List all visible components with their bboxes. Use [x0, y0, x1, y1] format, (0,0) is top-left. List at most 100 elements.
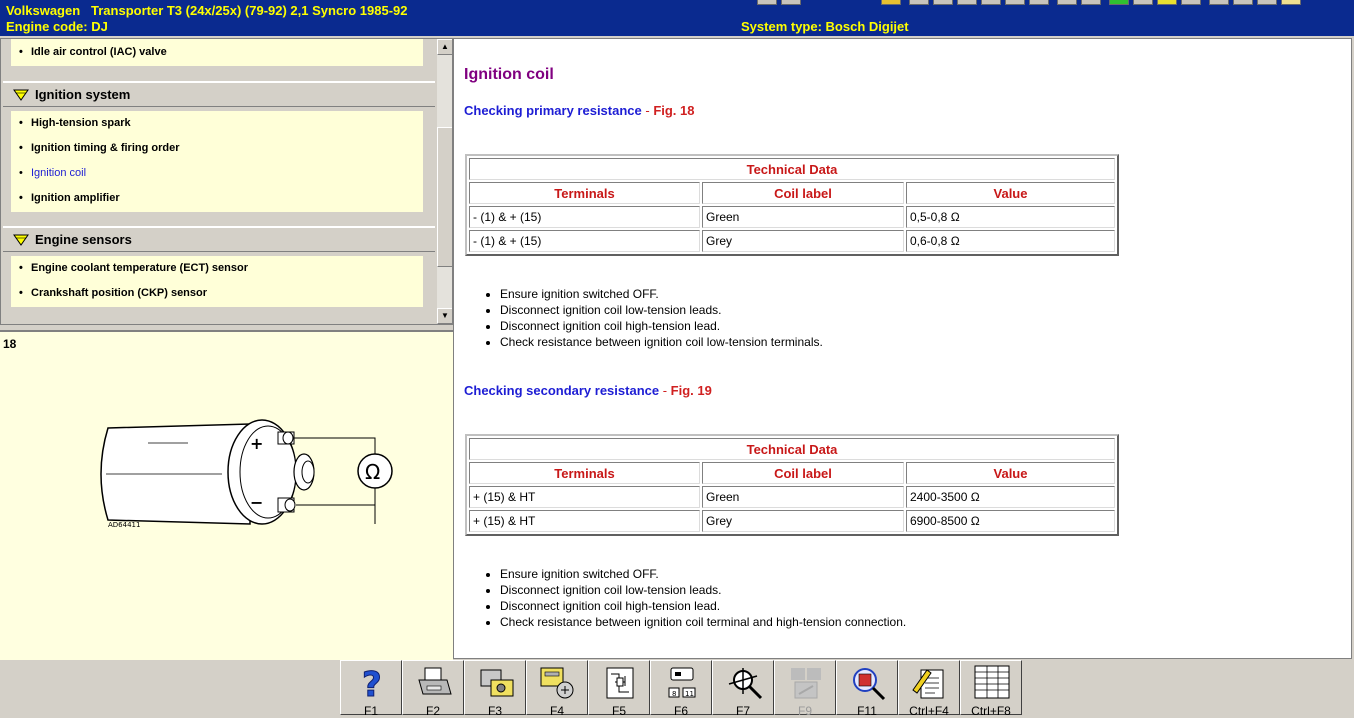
list-item: Check resistance between ignition coil l…	[500, 334, 823, 350]
expand-arrow-icon	[13, 89, 29, 101]
column-header: Value	[906, 462, 1115, 484]
table-row: + (15) & HT Green 2400-3500 Ω	[469, 486, 1115, 508]
f6-button[interactable]: 8 11 F6	[650, 660, 712, 718]
toolbar-button[interactable]	[1133, 0, 1153, 5]
f2-print-button[interactable]: F2	[402, 660, 464, 718]
toolbar-button[interactable]	[981, 0, 1001, 5]
scrollbar-thumb[interactable]	[437, 127, 452, 267]
plus-terminal-label: +	[250, 434, 263, 453]
nav-item-ckp-sensor[interactable]: • Crankshaft position (CKP) sensor	[19, 287, 207, 299]
f11-button[interactable]: F11	[836, 660, 898, 718]
nav-item-iac-valve[interactable]: • Idle air control (IAC) valve	[19, 46, 167, 58]
notes-pencil-icon	[912, 669, 944, 699]
fig-link[interactable]: Fig. 19	[671, 383, 712, 398]
toolbar-button[interactable]	[1233, 0, 1253, 5]
minus-terminal-label: −	[250, 493, 263, 512]
table-caption: Technical Data	[469, 158, 1115, 180]
toolbar-button[interactable]	[957, 0, 977, 5]
table-row: - (1) & + (15) Green 0,5-0,8 Ω	[469, 206, 1115, 228]
table-caption: Technical Data	[469, 438, 1115, 460]
table-row: + (15) & HT Grey 6900-8500 Ω	[469, 510, 1115, 532]
nav-item-ect-sensor[interactable]: • Engine coolant temperature (ECT) sensor	[19, 262, 248, 274]
toolbar-button[interactable]	[1057, 0, 1077, 5]
toolbar-button[interactable]	[909, 0, 929, 5]
help-icon: ?	[362, 665, 383, 703]
procedure-steps: Ensure ignition switched OFF. Disconnect…	[500, 566, 906, 630]
column-header: Terminals	[469, 182, 700, 204]
disabled-tool-icon	[791, 668, 821, 699]
list-item: Check resistance between ignition coil t…	[500, 614, 906, 630]
engine-code: Engine code: DJ	[6, 19, 108, 34]
component-location-icon	[480, 669, 514, 697]
list-item: Disconnect ignition coil high-tension le…	[500, 318, 823, 334]
connector-pins-icon: 8 11	[668, 667, 696, 698]
nav-item-high-tension-spark[interactable]: • High-tension spark	[19, 117, 131, 129]
ignition-coil-diagram: + − Ω AD64411	[100, 419, 393, 529]
column-header: Coil label	[702, 462, 904, 484]
toolbar-button[interactable]	[1257, 0, 1277, 5]
component-data-icon	[540, 667, 574, 699]
group-engine-sensors[interactable]: Engine sensors	[3, 226, 435, 252]
table-row: - (1) & + (15) Grey 0,6-0,8 Ω	[469, 230, 1115, 252]
function-key-toolbar: ? F1 F2 F3 F4 F5 8 11 F6 F7 F9 F11 Ctrl+F…	[0, 660, 1354, 718]
svg-text:11: 11	[685, 690, 694, 698]
group-ignition-system[interactable]: Ignition system	[3, 81, 435, 107]
scroll-up-arrow-icon[interactable]: ▲	[437, 39, 452, 55]
toolbar-button[interactable]	[781, 0, 801, 5]
sublist: • Idle air control (IAC) valve	[11, 39, 423, 66]
toolbar-button[interactable]	[1029, 0, 1049, 5]
f9-button-disabled[interactable]: F9	[774, 660, 836, 718]
f1-help-button[interactable]: ? F1	[340, 660, 402, 718]
toolbar-button[interactable]	[1281, 0, 1301, 5]
f7-button[interactable]: F7	[712, 660, 774, 718]
fig-link[interactable]: Fig. 18	[653, 103, 694, 118]
toolbar-button[interactable]	[1181, 0, 1201, 5]
ctrl-f4-button[interactable]: Ctrl+F4	[898, 660, 960, 718]
nav-item-ignition-coil[interactable]: • Ignition coil	[19, 167, 86, 179]
svg-text:?: ?	[362, 665, 382, 702]
printer-icon	[418, 667, 452, 695]
toolbar-button[interactable]	[1005, 0, 1025, 5]
f5-button[interactable]: F5	[588, 660, 650, 718]
figure-code: AD64411	[108, 521, 140, 529]
list-item: Ensure ignition switched OFF.	[500, 566, 906, 582]
technical-data-table: Technical Data Terminals Coil label Valu…	[465, 154, 1119, 256]
ctrl-f8-button[interactable]: Ctrl+F8	[960, 660, 1022, 718]
list-item: Ensure ignition switched OFF.	[500, 286, 823, 302]
column-header: Coil label	[702, 182, 904, 204]
svg-text:8: 8	[672, 690, 676, 698]
expand-arrow-icon	[13, 234, 29, 246]
nav-item-ignition-amplifier[interactable]: • Ignition amplifier	[19, 192, 120, 204]
vehicle-title: Volkswagen Transporter T3 (24x/25x) (79-…	[6, 3, 408, 18]
nav-item-ignition-timing[interactable]: • Ignition timing & firing order	[19, 142, 179, 154]
topic-navigation: • Idle air control (IAC) valve Ignition s…	[0, 38, 453, 325]
figure-pane: 18 + − Ω AD64411	[0, 330, 453, 660]
toolbar-button[interactable]	[1209, 0, 1229, 5]
f3-button[interactable]: F3	[464, 660, 526, 718]
toolbar-button[interactable]	[1081, 0, 1101, 5]
toolbar-button[interactable]	[1109, 0, 1129, 5]
technical-data-table: Technical Data Terminals Coil label Valu…	[465, 434, 1119, 536]
nav-scrollbar[interactable]: ▲ ▼	[437, 39, 452, 324]
magnify-component-icon	[853, 668, 886, 701]
toolbar-button[interactable]	[933, 0, 953, 5]
section-heading-secondary: Checking secondary resistance - Fig. 19	[464, 383, 712, 398]
sublist: • High-tension spark • Ignition timing & f…	[11, 111, 423, 212]
toolbar-button[interactable]	[757, 0, 777, 5]
ohmmeter-symbol: Ω	[365, 460, 380, 484]
toolbar-button[interactable]	[881, 0, 901, 5]
group-label: Engine sensors	[35, 232, 132, 247]
list-item: Disconnect ignition coil low-tension lea…	[500, 302, 823, 318]
sublist: • Engine coolant temperature (ECT) sensor…	[11, 256, 423, 307]
column-header: Terminals	[469, 462, 700, 484]
page-title: Ignition coil	[464, 66, 554, 83]
data-table-icon	[974, 665, 1010, 699]
list-item: Disconnect ignition coil high-tension le…	[500, 598, 906, 614]
f4-button[interactable]: F4	[526, 660, 588, 718]
column-header: Value	[906, 182, 1115, 204]
figure-number: 18	[3, 337, 17, 351]
scroll-down-arrow-icon[interactable]: ▼	[437, 308, 452, 324]
list-item: Disconnect ignition coil low-tension lea…	[500, 582, 906, 598]
toolbar-button[interactable]	[1157, 0, 1177, 5]
title-bar: Volkswagen Transporter T3 (24x/25x) (79-…	[0, 0, 1354, 36]
